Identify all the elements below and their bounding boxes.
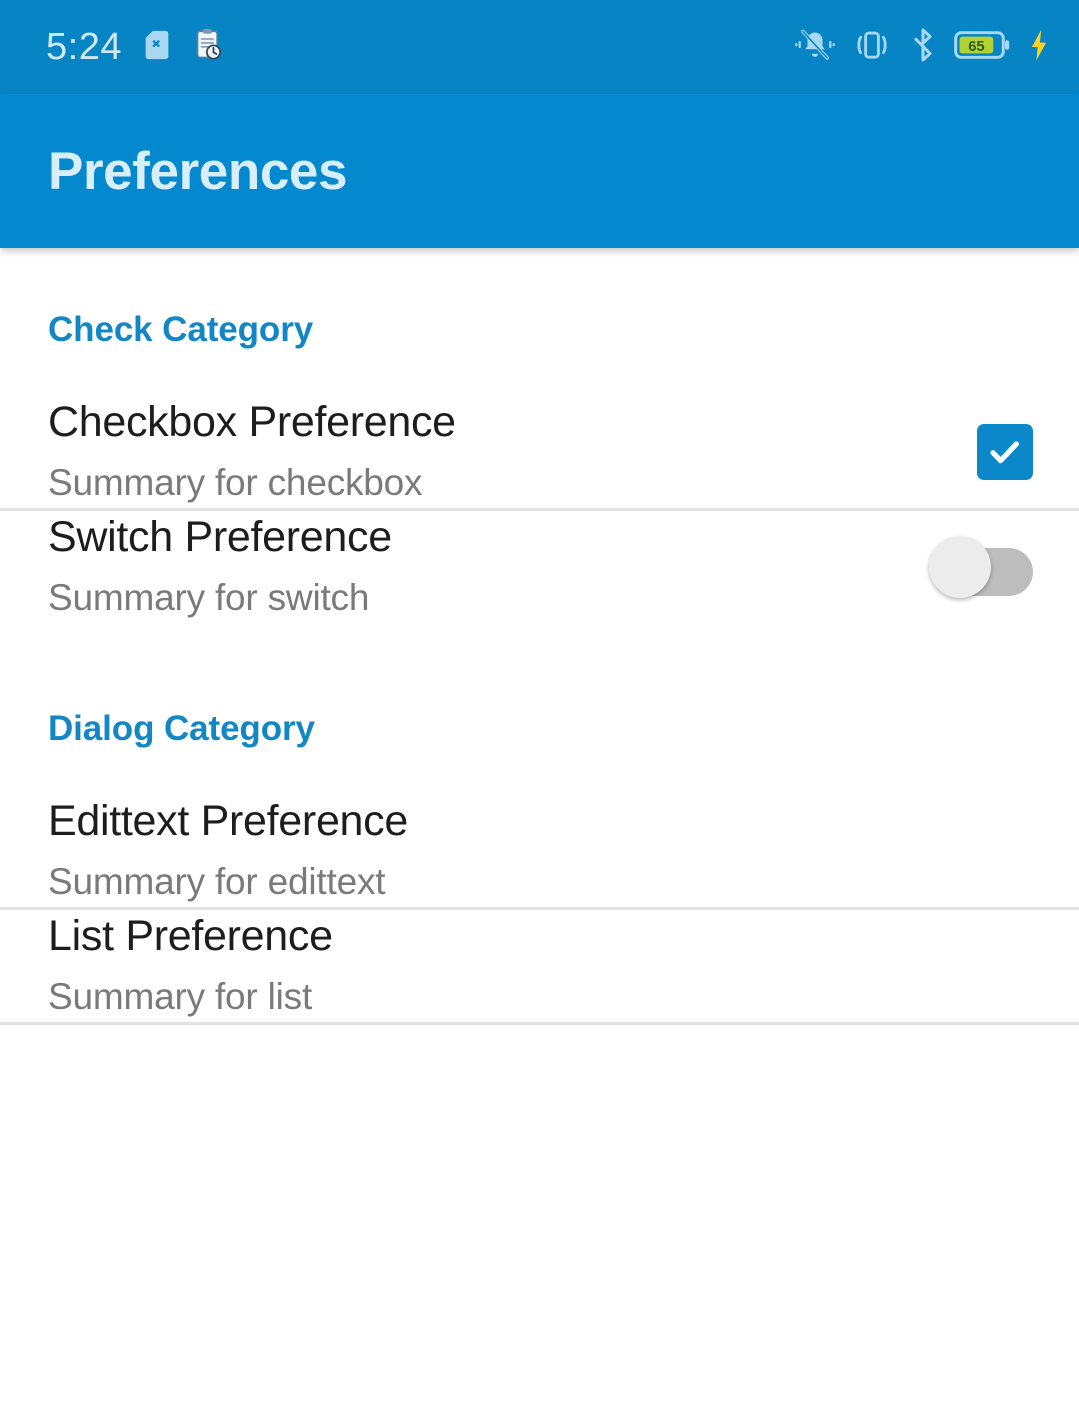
preference-row-edittext[interactable]: Edittext Preference Summary for edittext xyxy=(0,795,1079,907)
preference-summary: Summary for list xyxy=(48,976,313,1018)
preference-title: Switch Preference xyxy=(48,513,392,562)
category-header-check: Check Category xyxy=(48,310,314,349)
preference-text-block: Checkbox Preference Summary for checkbox xyxy=(48,398,953,505)
category-header-dialog: Dialog Category xyxy=(48,709,315,748)
preference-summary: Summary for switch xyxy=(48,577,370,619)
category-spacer xyxy=(0,623,1079,709)
vibrate-icon xyxy=(852,28,892,67)
preference-text-block: List Preference Summary for list xyxy=(48,912,1033,1019)
switch-toggle-off[interactable] xyxy=(929,536,1033,598)
preferences-list[interactable]: Check Category Checkbox Preference Summa… xyxy=(0,248,1079,1427)
clipboard-clock-icon xyxy=(192,28,224,67)
page-title: Preferences xyxy=(48,141,348,201)
preference-title: Checkbox Preference xyxy=(48,398,456,447)
status-bar-left: 5:24 xyxy=(46,28,224,67)
ringer-silent-icon xyxy=(795,28,835,67)
checkbox-checked-icon[interactable] xyxy=(977,424,1033,480)
status-bar: 5:24 65 xyxy=(0,0,1079,94)
preference-text-block: Edittext Preference Summary for edittext xyxy=(48,797,1033,904)
preference-summary: Summary for checkbox xyxy=(48,462,423,504)
preference-row-list[interactable]: List Preference Summary for list xyxy=(0,910,1079,1022)
sim-card-missing-icon xyxy=(140,28,174,67)
preference-row-switch[interactable]: Switch Preference Summary for switch xyxy=(0,511,1079,623)
switch-thumb xyxy=(929,536,991,598)
preference-title: Edittext Preference xyxy=(48,797,408,846)
charging-bolt-icon xyxy=(1027,28,1051,67)
preference-widget[interactable] xyxy=(929,536,1033,598)
battery-level-text: 65 xyxy=(968,38,984,54)
preference-row-checkbox[interactable]: Checkbox Preference Summary for checkbox xyxy=(0,396,1079,508)
preference-title: List Preference xyxy=(48,912,333,961)
preference-widget[interactable] xyxy=(977,424,1033,480)
bluetooth-icon xyxy=(909,27,937,67)
preference-text-block: Switch Preference Summary for switch xyxy=(48,513,905,620)
battery-icon: 65 xyxy=(954,28,1010,67)
list-tail-space xyxy=(0,1025,1079,1427)
preference-summary: Summary for edittext xyxy=(48,861,386,903)
app-toolbar: Preferences xyxy=(0,94,1079,248)
status-bar-right: 65 xyxy=(795,27,1051,67)
status-bar-clock: 5:24 xyxy=(46,26,122,68)
